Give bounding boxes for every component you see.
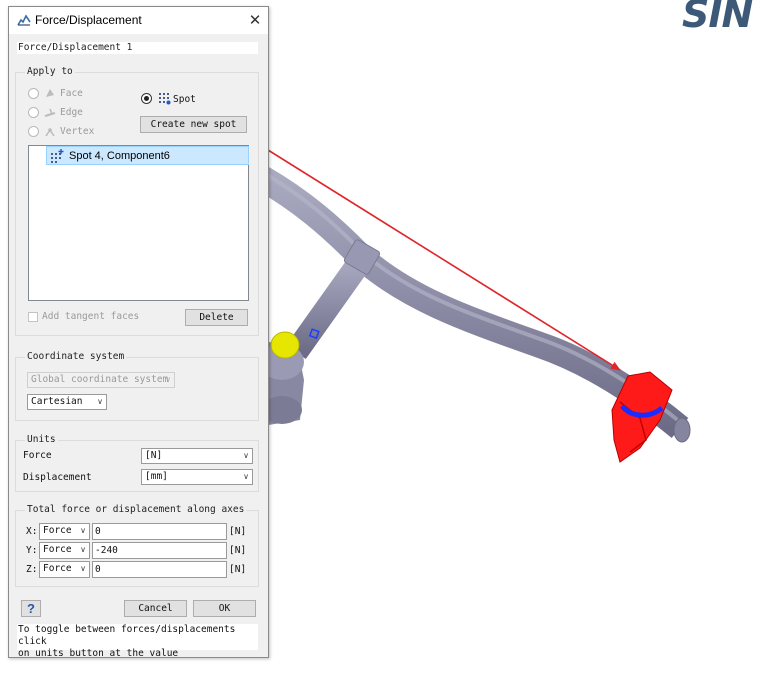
face-radio[interactable] [28, 88, 39, 99]
spot-radio[interactable] [141, 93, 152, 104]
add-tangent-faces-checkbox[interactable] [28, 312, 38, 322]
axes-legend: Total force or displacement along axes [25, 504, 247, 515]
z-mode-select[interactable]: Force ∨ [39, 561, 90, 578]
delete-button[interactable]: Delete [185, 309, 248, 326]
face-label: Face [60, 88, 83, 99]
coordinate-system-legend: Coordinate system [25, 351, 127, 362]
z-unit-label[interactable]: [N] [229, 564, 246, 575]
coordinate-type-select[interactable]: Cartesian ∨ [27, 394, 107, 410]
force-displacement-dialog: Force/Displacement ✕ Force/Displacement … [8, 6, 269, 659]
force-tool-icon [17, 14, 31, 26]
dialog-title: Force/Displacement [35, 13, 142, 27]
edge-icon [44, 108, 56, 117]
brand-logo: SIN [682, 0, 753, 36]
force-unit-label: Force [23, 450, 52, 461]
chevron-down-icon: ∨ [243, 451, 249, 460]
help-button[interactable]: ? [21, 600, 41, 617]
edge-label: Edge [60, 107, 83, 118]
chevron-down-icon: ∨ [80, 545, 86, 554]
selection-list[interactable]: Spot 4, Component6 [28, 145, 249, 301]
displacement-unit-select[interactable]: [mm] ∨ [141, 469, 253, 485]
name-field[interactable]: Force/Displacement 1 [17, 42, 258, 54]
branch-tube [286, 255, 370, 359]
edge-radio[interactable] [28, 107, 39, 118]
y-unit-label[interactable]: [N] [229, 545, 246, 556]
vertex-label: Vertex [60, 126, 95, 137]
list-item-label: Spot 4, Component6 [69, 150, 170, 162]
create-new-spot-button[interactable]: Create new spot [140, 116, 247, 133]
vertex-icon [45, 128, 55, 137]
force-unit-select[interactable]: [N] ∨ [141, 448, 253, 464]
x-axis-label: X: [26, 526, 38, 537]
spot-item-icon [51, 149, 64, 163]
z-axis-label: Z: [26, 564, 38, 575]
cancel-button[interactable]: Cancel [124, 600, 187, 617]
x-mode-select[interactable]: Force ∨ [39, 523, 90, 540]
coordinate-system-group [15, 357, 259, 421]
vertex-radio[interactable] [28, 126, 39, 137]
chevron-down-icon: ∨ [80, 526, 86, 535]
ok-button[interactable]: OK [193, 600, 256, 617]
displacement-unit-label: Displacement [23, 472, 92, 483]
dialog-titlebar[interactable]: Force/Displacement ✕ [9, 7, 268, 34]
tube-end [673, 417, 691, 443]
coordinate-system-select: Global coordinate system ∨ [27, 372, 175, 388]
chevron-down-icon: ∨ [80, 564, 86, 573]
face-icon [46, 89, 54, 97]
close-icon[interactable]: ✕ [245, 9, 265, 31]
z-value-input[interactable]: 0 [92, 561, 227, 578]
fixed-face-marker [270, 331, 300, 359]
units-legend: Units [25, 434, 58, 445]
spot-label: Spot [173, 94, 196, 105]
chevron-down-icon: ∨ [97, 397, 103, 406]
y-value-input[interactable]: -240 [92, 542, 227, 559]
list-item[interactable]: Spot 4, Component6 [46, 146, 249, 165]
x-value-input[interactable]: 0 [92, 523, 227, 540]
x-unit-label[interactable]: [N] [229, 526, 246, 537]
hint-text: To toggle between forces/displacements c… [17, 624, 258, 659]
y-mode-select[interactable]: Force ∨ [39, 542, 90, 559]
chevron-down-icon: ∨ [165, 375, 171, 384]
y-axis-label: Y: [26, 545, 38, 556]
chevron-down-icon: ∨ [243, 472, 249, 481]
apply-to-legend: Apply to [25, 66, 75, 77]
add-tangent-faces-label: Add tangent faces [42, 311, 140, 322]
spot-icon [159, 93, 171, 105]
